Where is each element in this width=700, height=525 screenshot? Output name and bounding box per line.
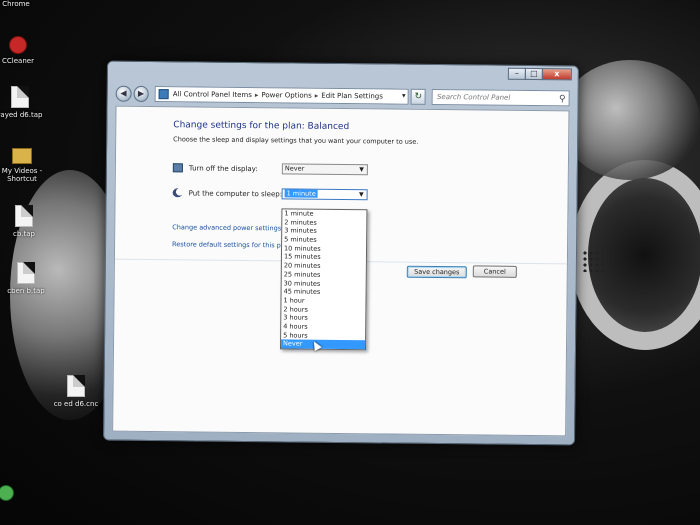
- breadcrumb-separator-icon[interactable]: ▸: [315, 92, 319, 100]
- rayed-tap-label: rayed d6.tap: [0, 111, 43, 119]
- back-button[interactable]: ◀: [115, 85, 132, 102]
- breadcrumb-all-items[interactable]: All Control Panel Items: [173, 90, 252, 99]
- refresh-button[interactable]: ↻: [410, 88, 427, 105]
- sleep-option[interactable]: 1 hour: [281, 296, 365, 306]
- wallpaper-sphere-right: [560, 60, 700, 180]
- ccleaner-icon: [9, 36, 27, 54]
- display-value: Never: [284, 164, 305, 173]
- ccleaner-label: CCleaner: [2, 57, 34, 65]
- desktop-icon-cnc-file[interactable]: co ed d6.cnc: [48, 375, 104, 408]
- moon-icon: [172, 188, 183, 198]
- chrome-label: Chrome: [2, 0, 30, 8]
- maximize-button[interactable]: □: [524, 67, 543, 81]
- green-app-icon: [0, 485, 14, 501]
- monitor-icon: [172, 163, 183, 173]
- page-subtitle: Choose the sleep and display settings th…: [173, 135, 419, 146]
- sleep-option[interactable]: 25 minutes: [282, 270, 366, 280]
- advanced-settings-link[interactable]: Change advanced power settings: [172, 223, 281, 232]
- navigation-bar: ◀ ▶ All Control Panel Items ▸ Power Opti…: [115, 84, 570, 109]
- desktop-icon-green[interactable]: [0, 485, 34, 504]
- sleep-option[interactable]: Never: [280, 339, 366, 350]
- desktop-icon-cb-tap[interactable]: cb.tap: [0, 205, 52, 238]
- control-panel-icon: [158, 89, 169, 100]
- search-placeholder: Search Control Panel: [436, 92, 511, 102]
- cnc-file-label: co ed d6.cnc: [53, 400, 99, 408]
- breadcrumb-edit-plan[interactable]: Edit Plan Settings: [321, 92, 383, 101]
- wallpaper-speaker-grille: [582, 250, 604, 272]
- close-button[interactable]: x: [541, 68, 572, 81]
- save-changes-button[interactable]: Save changes: [406, 265, 467, 279]
- desktop-icon-ccleaner[interactable]: CCleaner: [0, 36, 46, 65]
- sleep-option[interactable]: 4 hours: [281, 322, 365, 332]
- desktop-icon-rayed-tap[interactable]: rayed d6.tap: [0, 86, 48, 119]
- breadcrumb-power-options[interactable]: Power Options: [261, 91, 311, 100]
- address-bar[interactable]: All Control Panel Items ▸ Power Options …: [154, 86, 409, 105]
- minimize-button[interactable]: –: [507, 67, 526, 80]
- sleep-value: 1 minute: [284, 189, 318, 198]
- file-icon: [15, 205, 33, 227]
- search-input[interactable]: Search Control Panel ⚲: [431, 88, 570, 107]
- power-options-window[interactable]: – □ x ◀ ▶ All Control Panel Items ▸ Powe…: [103, 60, 579, 446]
- sleep-select[interactable]: 1 minute ▼: [281, 188, 368, 201]
- caption-buttons: – □ x: [507, 67, 572, 81]
- breadcrumb-separator-icon[interactable]: ▸: [255, 91, 259, 99]
- display-label: Turn off the display:: [188, 163, 258, 173]
- cancel-button[interactable]: Cancel: [472, 265, 517, 278]
- file-icon: [67, 375, 85, 397]
- sleep-label: Put the computer to sleep:: [188, 188, 283, 198]
- content-pane: Change settings for the plan: Balanced C…: [112, 105, 570, 437]
- chevron-down-icon: ▼: [358, 191, 364, 199]
- display-setting-row: Turn off the display:: [172, 163, 258, 173]
- display-select[interactable]: Never ▼: [281, 163, 368, 176]
- cb-tap-label: cb.tap: [13, 230, 35, 238]
- desktop-icon-chrome[interactable]: Chrome: [0, 0, 44, 8]
- forward-button[interactable]: ▶: [133, 85, 149, 102]
- page-title: Change settings for the plan: Balanced: [173, 120, 350, 133]
- my-videos-label: My Videos - Shortcut: [1, 167, 43, 183]
- folder-shortcut-icon: [12, 148, 32, 164]
- address-dropdown-icon[interactable]: ▾: [402, 92, 406, 100]
- search-icon[interactable]: ⚲: [559, 92, 566, 106]
- chevron-down-icon: ▼: [359, 166, 364, 174]
- sleep-setting-row: Put the computer to sleep:: [172, 188, 283, 198]
- file-icon: [17, 262, 35, 284]
- restore-defaults-link[interactable]: Restore default settings for this pla: [172, 240, 287, 249]
- cben-tap-label: cben b.tap: [7, 287, 45, 295]
- sleep-dropdown-list[interactable]: 1 minute 2 minutes 3 minutes 5 minutes 10 mi…: [279, 208, 368, 351]
- desktop-icon-cben-tap[interactable]: cben b.tap: [0, 262, 54, 295]
- desktop-icon-my-videos[interactable]: My Videos - Shortcut: [0, 148, 50, 183]
- file-icon: [11, 86, 29, 108]
